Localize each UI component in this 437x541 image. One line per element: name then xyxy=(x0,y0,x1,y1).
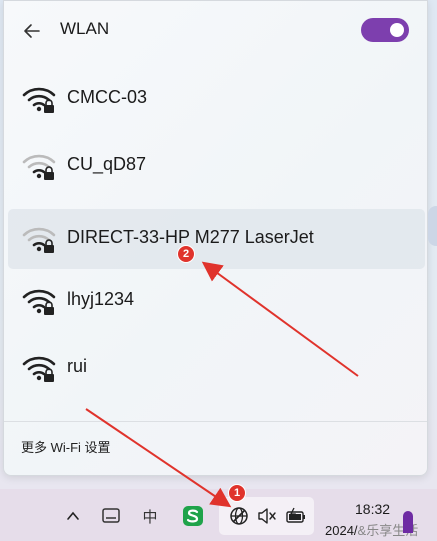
step-badge-1: 1 xyxy=(228,484,246,502)
arrow-to-printer-network xyxy=(201,261,359,377)
step-badge-2: 2 xyxy=(177,245,195,263)
arrow-to-network-icon xyxy=(85,408,232,508)
annotation-arrows xyxy=(85,261,359,508)
